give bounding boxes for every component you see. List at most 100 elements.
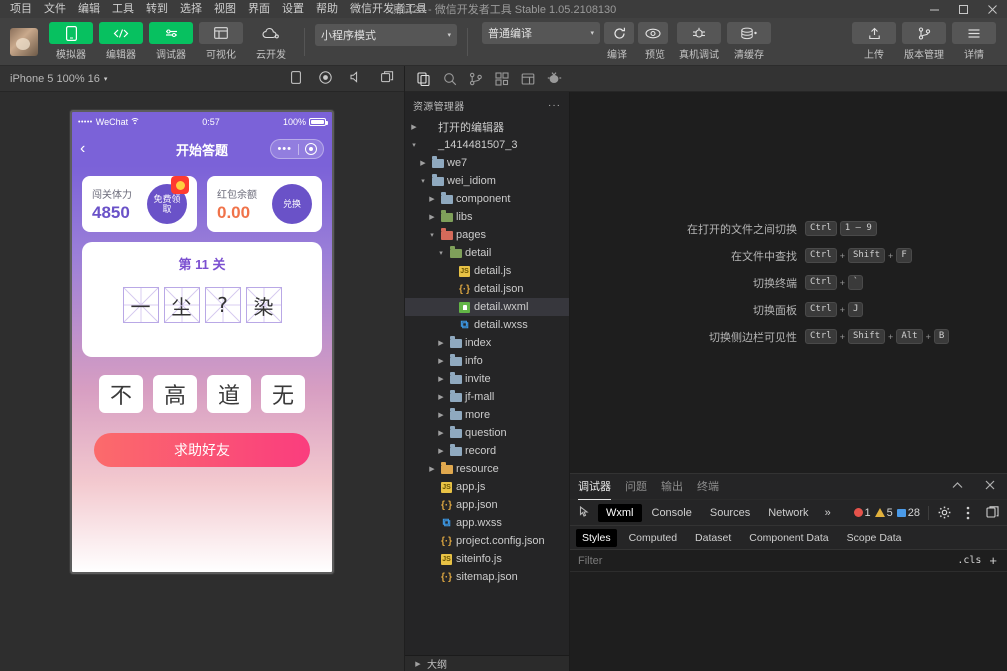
devtools-tab-console[interactable]: Console	[644, 504, 700, 522]
devtools-tab-sources[interactable]: Sources	[702, 504, 758, 522]
tree-item[interactable]: ▾ pages	[405, 226, 569, 244]
dock-icon[interactable]	[981, 503, 1003, 523]
more-dots-icon[interactable]: •••	[277, 143, 292, 155]
add-rule-button[interactable]: +	[987, 553, 999, 568]
file-tree[interactable]: ▶ 打开的编辑器 ▾ _1414481507_3 ▶ we7 ▾ wei_idiom ▶ comp…	[405, 118, 569, 655]
tree-item[interactable]: JS detail.js	[405, 262, 569, 280]
menu-item-devtools[interactable]: 微信开发者工具	[344, 1, 433, 17]
menu-item-settings[interactable]: 设置	[276, 1, 310, 17]
styles-tab-computed[interactable]: Computed	[623, 529, 683, 547]
idiom-cell[interactable]: 染	[245, 287, 282, 323]
ask-friend-button[interactable]: 求助好友	[94, 433, 310, 467]
chevron-right-icon[interactable]: ▶	[427, 465, 437, 473]
toolbar-button-details[interactable]: 详情	[951, 22, 997, 61]
tree-item[interactable]: {·} sitemap.json	[405, 568, 569, 586]
menu-item-interface[interactable]: 界面	[242, 1, 276, 17]
outline-section[interactable]: ▶ 大纲	[405, 655, 569, 671]
extensions-icon[interactable]	[489, 66, 515, 92]
styles-tab-dataset[interactable]: Dataset	[689, 529, 737, 547]
chevron-right-icon[interactable]: ▶	[427, 195, 437, 203]
preview-button[interactable]	[638, 22, 668, 44]
cls-button[interactable]: .cls	[951, 555, 987, 566]
tree-item[interactable]: detail.wxml	[405, 298, 569, 316]
tree-item[interactable]: ▶ index	[405, 334, 569, 352]
debug-icon[interactable]	[541, 66, 567, 92]
menu-item-file[interactable]: 文件	[38, 1, 72, 17]
free-claim-button[interactable]: 免费领取	[147, 176, 189, 224]
chevron-right-icon[interactable]: ▶	[427, 213, 437, 221]
menu-item-goto[interactable]: 转到	[140, 1, 174, 17]
capsule-buttons[interactable]: •••	[270, 139, 324, 159]
tree-item[interactable]: ▶ jf-mall	[405, 388, 569, 406]
chevron-right-icon[interactable]: ▶	[436, 357, 446, 365]
toolbar-button-visualize[interactable]: 可视化	[198, 22, 244, 61]
menu-item-view[interactable]: 视图	[208, 1, 242, 17]
panel-tab-terminal[interactable]: 终端	[697, 474, 719, 500]
capsule-target-icon[interactable]	[305, 143, 317, 155]
device-selector[interactable]: iPhone 5 100% 16 ▾	[10, 73, 107, 85]
tree-item[interactable]: ⧉ app.wxss	[405, 514, 569, 532]
tree-item[interactable]: ▶ we7	[405, 154, 569, 172]
tree-item[interactable]: ▶ component	[405, 190, 569, 208]
minimize-icon[interactable]	[920, 0, 949, 18]
issue-counts[interactable]: 1 5 28	[853, 507, 925, 519]
record-icon[interactable]	[319, 70, 332, 87]
devtools-tab-network[interactable]: Network	[760, 504, 816, 522]
panel-tab-debugger[interactable]: 调试器	[578, 474, 611, 500]
back-arrow-icon[interactable]: ‹	[80, 141, 100, 157]
tree-item[interactable]: JS app.js	[405, 478, 569, 496]
tree-item[interactable]: ▶ invite	[405, 370, 569, 388]
answer-option[interactable]: 道	[207, 375, 251, 413]
toolbar-button-editor[interactable]: 编辑器	[98, 22, 144, 61]
gear-icon[interactable]	[933, 503, 955, 523]
search-icon[interactable]	[437, 66, 463, 92]
menu-item-help[interactable]: 帮助	[310, 1, 344, 17]
compile-select[interactable]: 普通编译 ▾	[482, 22, 600, 44]
source-control-icon[interactable]	[463, 66, 489, 92]
chevron-right-icon[interactable]: ▶	[409, 123, 419, 131]
tree-item[interactable]: ▶ resource	[405, 460, 569, 478]
idiom-cell[interactable]: ?	[204, 287, 241, 323]
maximize-icon[interactable]	[949, 0, 978, 18]
window-icon[interactable]	[381, 70, 394, 87]
tree-item[interactable]: ▶ more	[405, 406, 569, 424]
chevron-up-icon[interactable]	[948, 481, 967, 493]
filter-input[interactable]	[578, 554, 952, 567]
devtools-more-tabs-icon[interactable]: »	[819, 507, 837, 519]
layout-icon[interactable]	[515, 66, 541, 92]
tree-item[interactable]: ▾ detail	[405, 244, 569, 262]
files-icon[interactable]	[411, 66, 437, 92]
toolbar-button-debugger[interactable]: 调试器	[148, 22, 194, 61]
tree-item[interactable]: ▶ info	[405, 352, 569, 370]
tree-item[interactable]: ▶ libs	[405, 208, 569, 226]
tree-item[interactable]: {·} detail.json	[405, 280, 569, 298]
chevron-right-icon[interactable]: ▶	[436, 393, 446, 401]
chevron-down-icon[interactable]: ▾	[436, 249, 446, 257]
tree-item[interactable]: ▶ question	[405, 424, 569, 442]
explorer-more-icon[interactable]: ···	[548, 100, 561, 111]
rotate-device-icon[interactable]	[291, 70, 301, 87]
chevron-down-icon[interactable]: ▾	[418, 177, 428, 185]
tree-item[interactable]: ▶ 打开的编辑器	[405, 118, 569, 136]
styles-tab-scope-data[interactable]: Scope Data	[841, 529, 908, 547]
close-icon[interactable]	[981, 480, 999, 493]
tree-item[interactable]: ▶ record	[405, 442, 569, 460]
styles-tab-component-data[interactable]: Component Data	[743, 529, 834, 547]
toolbar-button-cloud[interactable]: 云开发	[248, 22, 294, 61]
chevron-right-icon[interactable]: ▶	[436, 375, 446, 383]
close-icon[interactable]	[978, 0, 1007, 18]
tree-item[interactable]: ⧉ detail.wxss	[405, 316, 569, 334]
chevron-right-icon[interactable]: ▶	[436, 411, 446, 419]
toolbar-button-clear-cache[interactable]: 清缓存	[726, 22, 772, 61]
tree-item[interactable]: ▾ _1414481507_3	[405, 136, 569, 154]
inspect-element-icon[interactable]	[574, 503, 596, 523]
toolbar-button-device-debug[interactable]: 真机调试	[676, 22, 722, 61]
answer-option[interactable]: 不	[99, 375, 143, 413]
idiom-cell[interactable]: 一	[122, 287, 159, 323]
chevron-down-icon[interactable]: ▾	[409, 141, 419, 149]
volume-icon[interactable]	[350, 70, 363, 87]
toolbar-button-upload[interactable]: 上传	[851, 22, 897, 61]
panel-tab-problems[interactable]: 问题	[625, 474, 647, 500]
avatar[interactable]	[10, 27, 38, 56]
chevron-down-icon[interactable]: ▾	[427, 231, 437, 239]
